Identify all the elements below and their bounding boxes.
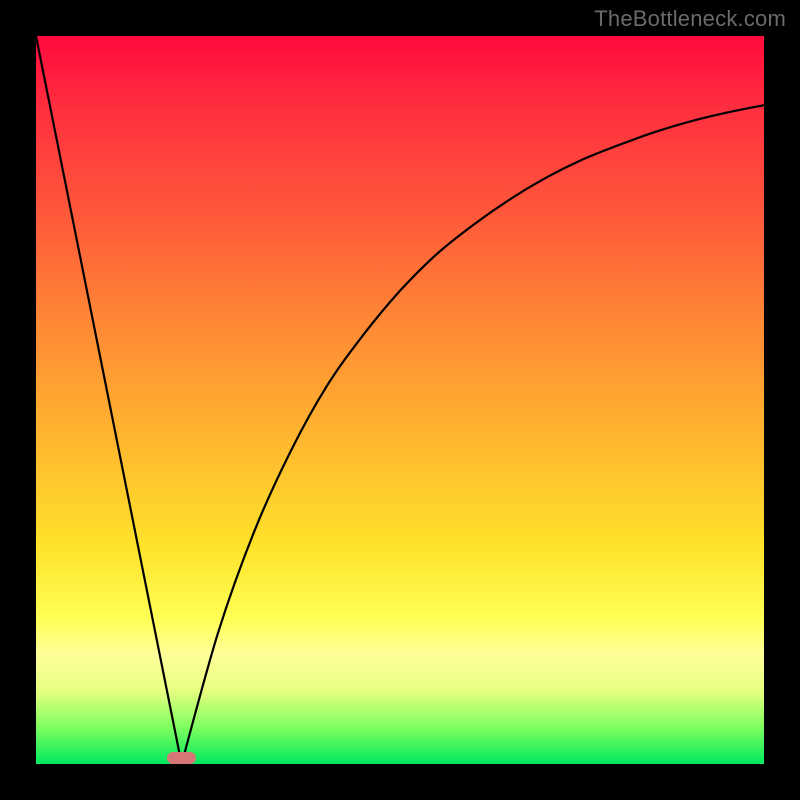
minimum-marker bbox=[167, 752, 196, 764]
curve-path bbox=[36, 36, 764, 764]
curve-svg bbox=[36, 36, 764, 764]
plot-area bbox=[36, 36, 764, 764]
watermark-text: TheBottleneck.com bbox=[594, 6, 786, 32]
chart-frame: TheBottleneck.com bbox=[0, 0, 800, 800]
